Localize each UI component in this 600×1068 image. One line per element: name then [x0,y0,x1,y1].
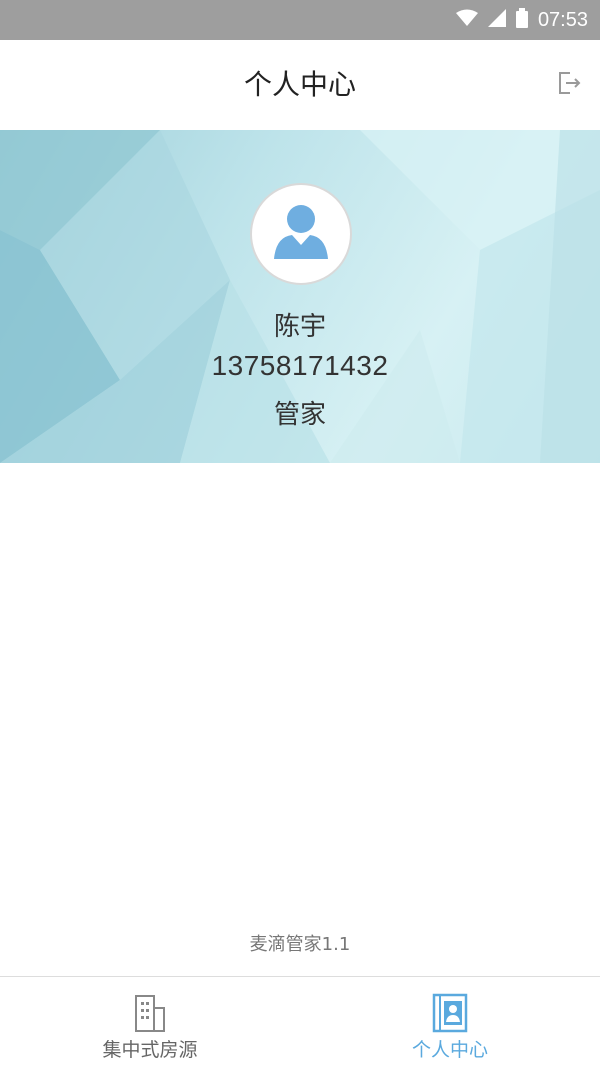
status-icons: 07:53 [455,0,588,40]
profile-banner: 陈宇 13758171432 管家 [0,130,600,463]
tab-properties[interactable]: 集中式房源 [0,977,300,1068]
avatar[interactable] [250,183,352,285]
logout-icon [556,70,582,100]
page-title: 个人中心 [243,68,356,101]
signal-icon [487,9,506,31]
user-name: 陈宇 [273,312,326,342]
wifi-icon [455,9,478,31]
bottom-tab-bar: 集中式房源 个人中心 [0,976,600,1068]
user-phone: 13758171432 [211,350,389,381]
tab-properties-label: 集中式房源 [102,1039,198,1061]
building-icon [133,993,167,1033]
battery-icon [515,8,528,32]
logout-button[interactable] [554,70,584,100]
app-version: 麦滴管家1.1 [249,934,351,955]
user-role: 管家 [273,400,326,430]
contacts-book-icon [431,993,469,1033]
status-time: 07:53 [537,8,588,31]
tab-personal-center-label: 个人中心 [411,1039,488,1061]
app-header: 个人中心 [0,40,600,130]
status-bar: 07:53 [0,0,600,40]
user-avatar-icon [266,197,336,271]
tab-personal-center[interactable]: 个人中心 [300,977,600,1068]
